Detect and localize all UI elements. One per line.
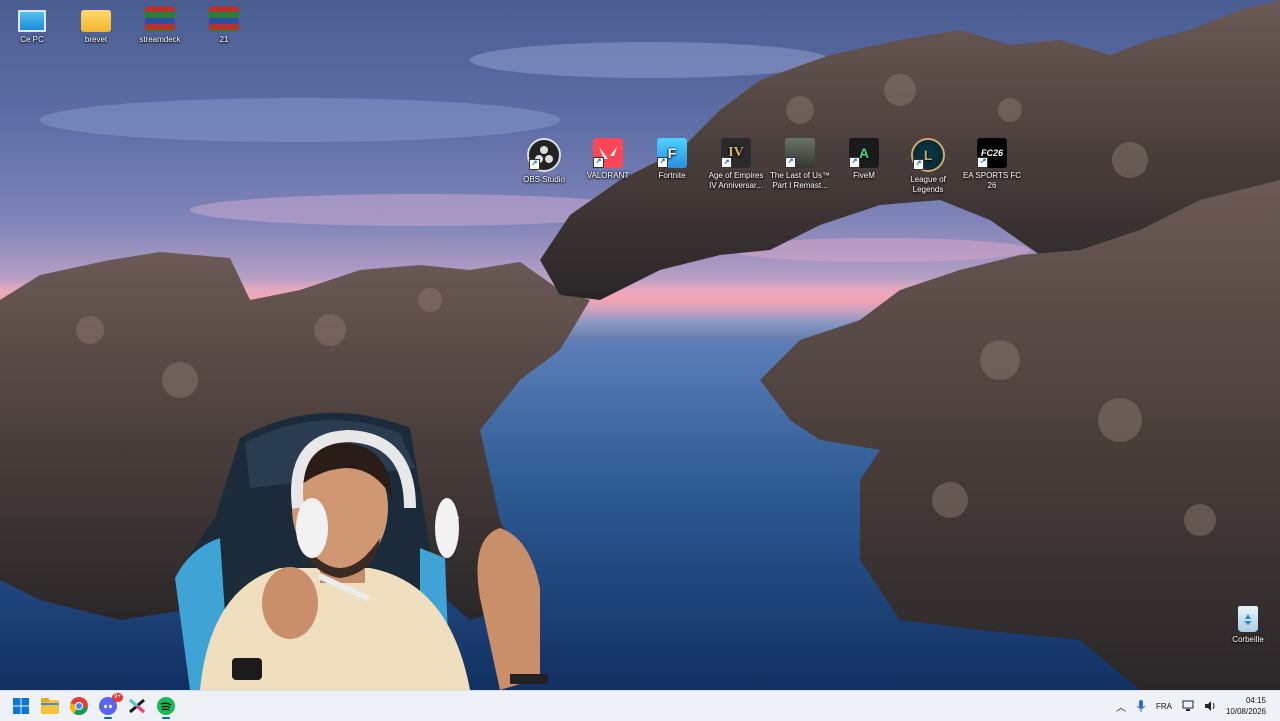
desktop-icon-the-last-of-us[interactable]: ↗ The Last of Us™ Part I Remast... bbox=[768, 138, 832, 191]
desktop-icon-age-of-empires[interactable]: IV ↗ Age of Empires IV Anniversar... bbox=[704, 138, 768, 191]
obs-icon: ↗ bbox=[527, 138, 561, 172]
language-indicator[interactable]: FRA bbox=[1156, 702, 1172, 711]
icon-label: VALORANT bbox=[586, 171, 630, 180]
desktop-icon-obs[interactable]: ↗ OBS Studio bbox=[512, 138, 576, 185]
shortcut-arrow-icon: ↗ bbox=[913, 159, 924, 170]
desktop-icon-this-pc[interactable]: Ce PC bbox=[0, 6, 64, 45]
folder-icon bbox=[81, 10, 111, 32]
icon-label: FiveM bbox=[853, 171, 875, 180]
file-explorer-icon bbox=[41, 698, 59, 714]
shortcut-arrow-icon: ↗ bbox=[849, 157, 860, 168]
monitor-icon bbox=[18, 10, 46, 32]
desktop-icon-recycle-bin[interactable]: Corbeille bbox=[1216, 606, 1280, 645]
taskbar-capcut[interactable] bbox=[124, 693, 150, 719]
desktop-icon-fivem[interactable]: A ↗ FiveM bbox=[832, 138, 896, 181]
shortcut-arrow-icon: ↗ bbox=[785, 157, 796, 168]
clock-date: 10/08/2026 bbox=[1225, 707, 1266, 716]
desktop-icon-league-of-legends[interactable]: L ↗ League of Legends bbox=[896, 138, 960, 195]
capcut-icon bbox=[129, 698, 145, 714]
webcam-overlay bbox=[175, 412, 548, 690]
the-last-of-us-icon: ↗ bbox=[785, 138, 815, 168]
volume-icon[interactable] bbox=[1204, 700, 1216, 712]
shortcut-arrow-icon: ↗ bbox=[657, 157, 668, 168]
desktop-icon-brevet[interactable]: brevet bbox=[64, 6, 128, 45]
chevron-up-icon[interactable]: ︿ bbox=[1116, 699, 1126, 714]
valorant-icon: ↗ bbox=[593, 138, 623, 168]
icon-label: League of Legends bbox=[910, 175, 946, 194]
windows-start-icon bbox=[13, 698, 29, 714]
chrome-icon bbox=[70, 697, 88, 715]
icon-label: Age of Empires IV Anniversar... bbox=[708, 171, 764, 190]
fortnite-glyph: F bbox=[667, 145, 677, 161]
icon-label: Ce PC bbox=[20, 35, 44, 44]
winrar-archive-icon bbox=[209, 6, 239, 32]
desktop-icon-fortnite[interactable]: F ↗ Fortnite bbox=[640, 138, 704, 181]
taskbar-discord[interactable]: 9+ bbox=[95, 693, 123, 719]
taskbar-spotify[interactable] bbox=[153, 693, 179, 719]
fortnite-icon: F ↗ bbox=[657, 138, 687, 168]
shortcut-arrow-icon: ↗ bbox=[529, 159, 540, 170]
icon-label: The Last of Us™ Part I Remast... bbox=[769, 171, 831, 190]
age-of-empires-icon: IV ↗ bbox=[721, 138, 751, 168]
shortcut-arrow-icon: ↗ bbox=[977, 157, 988, 168]
shortcut-arrow-icon: ↗ bbox=[721, 157, 732, 168]
recycle-bin-icon bbox=[1238, 606, 1258, 632]
fivem-glyph: A bbox=[858, 145, 870, 161]
desktop-icon-valorant[interactable]: ↗ VALORANT bbox=[576, 138, 640, 181]
icon-label: 21 bbox=[219, 35, 229, 44]
shortcut-arrow-icon: ↗ bbox=[593, 157, 604, 168]
network-icon[interactable] bbox=[1182, 700, 1194, 712]
icon-label: Corbeille bbox=[1232, 635, 1264, 644]
start-button[interactable] bbox=[8, 693, 34, 719]
taskbar: 9+ ︿ FRA 04:15 10/08/2026 bbox=[0, 690, 1280, 721]
desktop: Ce PC brevet streamdeck 21 ↗ OBS Studio … bbox=[0, 0, 1280, 690]
icon-label: OBS Studio bbox=[523, 175, 565, 184]
clock-time: 04:15 bbox=[1245, 696, 1266, 705]
icon-label: EA SPORTS FC 26 bbox=[962, 171, 1022, 190]
system-tray: ︿ FRA 04:15 10/08/2026 bbox=[1116, 691, 1280, 721]
notification-badge: 9+ bbox=[112, 693, 123, 702]
ea-sports-fc-icon: FC26 ↗ bbox=[977, 138, 1007, 168]
icon-label: streamdeck bbox=[139, 35, 181, 44]
taskbar-chrome[interactable] bbox=[66, 693, 92, 719]
desktop-icon-ea-sports-fc[interactable]: FC26 ↗ EA SPORTS FC 26 bbox=[960, 138, 1024, 191]
clock[interactable]: 04:15 10/08/2026 bbox=[1226, 695, 1266, 717]
icon-label: brevet bbox=[84, 35, 108, 44]
winrar-archive-icon bbox=[145, 6, 175, 32]
desktop-icon-streamdeck[interactable]: streamdeck bbox=[128, 6, 192, 45]
icon-label: Fortnite bbox=[658, 171, 686, 180]
microphone-icon[interactable] bbox=[1136, 700, 1146, 712]
desktop-icon-21[interactable]: 21 bbox=[192, 6, 256, 45]
fivem-icon: A ↗ bbox=[849, 138, 879, 168]
lol-glyph: L bbox=[923, 147, 933, 163]
league-of-legends-icon: L ↗ bbox=[911, 138, 945, 172]
taskbar-file-explorer[interactable] bbox=[37, 693, 63, 719]
spotify-icon bbox=[157, 697, 175, 715]
